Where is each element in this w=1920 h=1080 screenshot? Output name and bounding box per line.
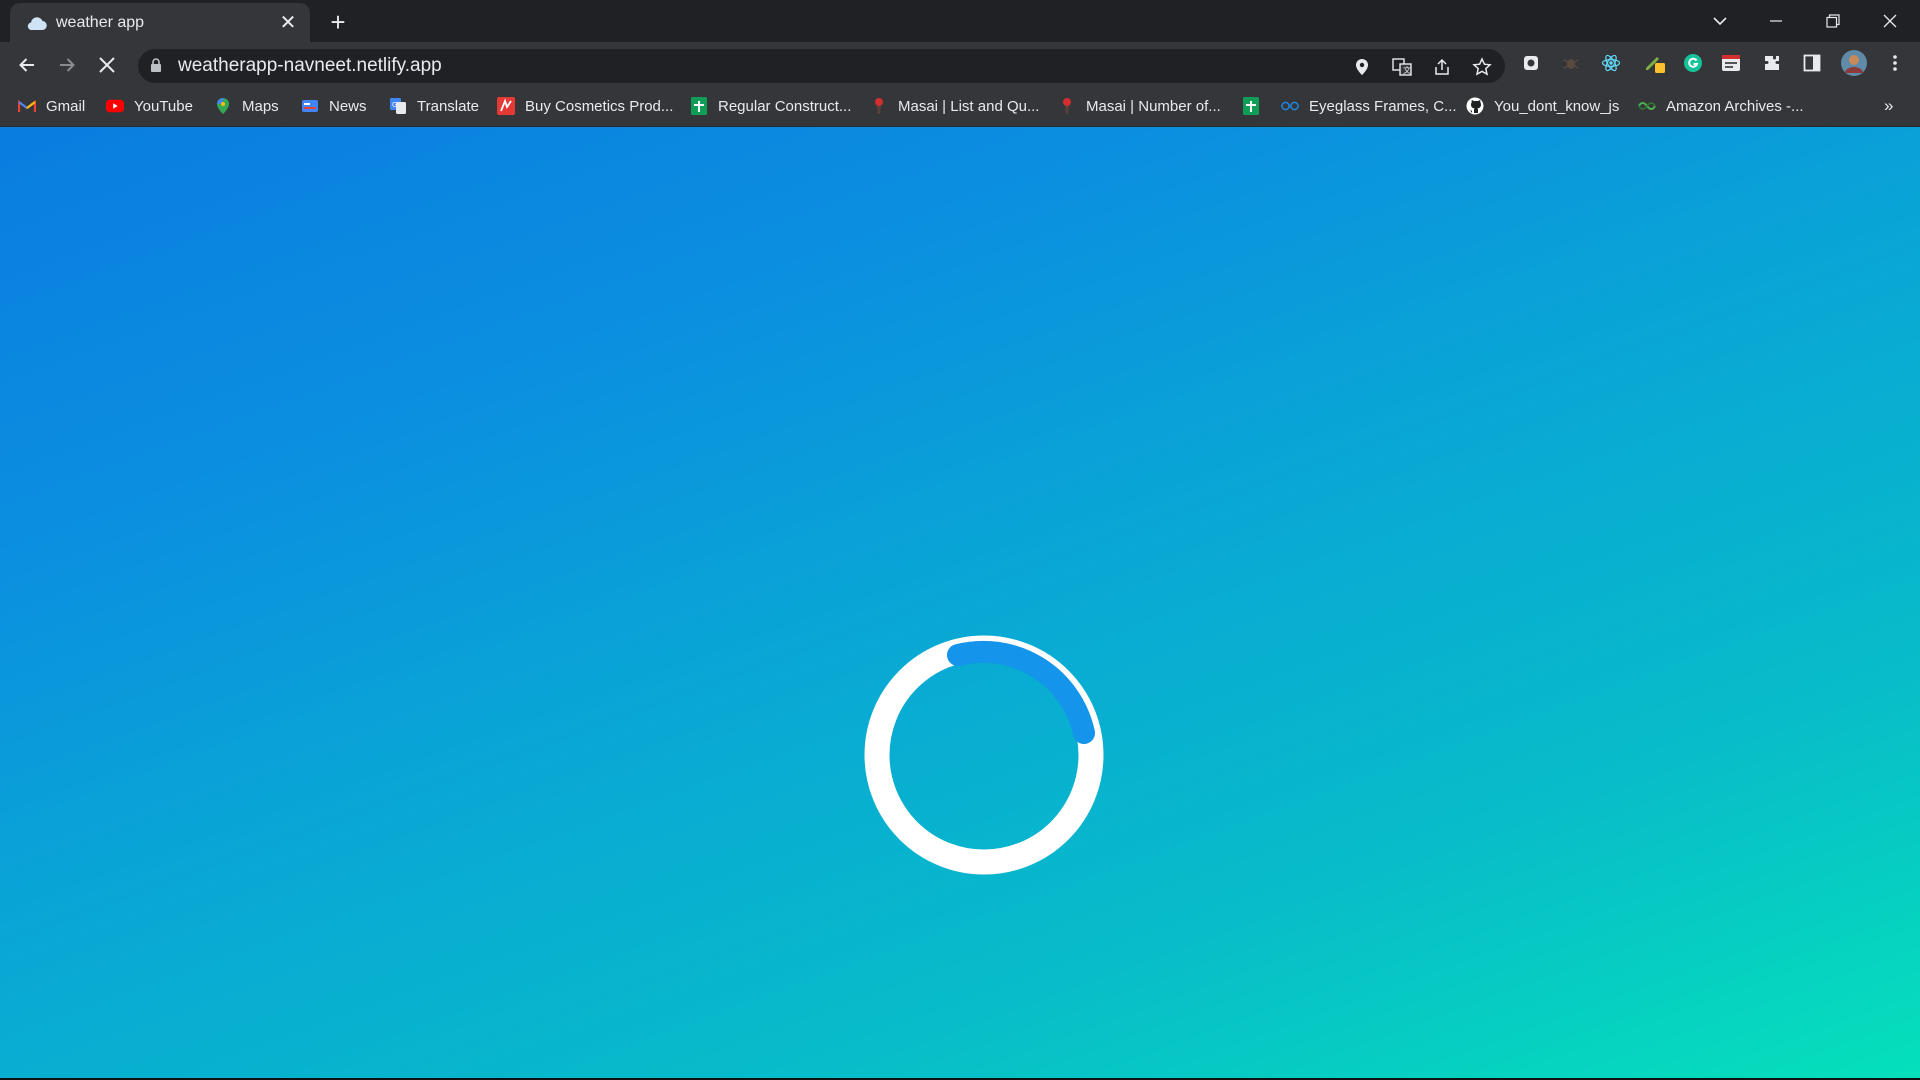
bookmark-translate[interactable]: G Translate — [389, 88, 479, 124]
share-icon[interactable] — [1431, 56, 1453, 78]
amazon-icon — [1638, 97, 1656, 115]
tab-weather-app[interactable]: weather app ✕ — [10, 3, 310, 42]
masai-icon — [1058, 97, 1076, 115]
restore-icon[interactable] — [1813, 6, 1853, 36]
close-window-icon[interactable] — [1870, 6, 1910, 36]
svg-text:G: G — [392, 101, 397, 109]
weather-app-page — [0, 127, 1920, 1078]
sheets-icon — [690, 97, 708, 115]
location-pin-icon[interactable] — [1351, 56, 1373, 78]
bookmark-maps[interactable]: Maps — [214, 88, 279, 124]
window-resizer-icon[interactable] — [1718, 50, 1744, 76]
back-arrow-icon[interactable] — [12, 50, 42, 80]
translate-page-icon[interactable]: 文 — [1391, 56, 1413, 78]
grammarly-icon[interactable] — [1680, 50, 1706, 76]
github-icon — [1466, 97, 1484, 115]
lock-icon[interactable] — [150, 58, 162, 78]
new-tab-button[interactable]: + — [324, 8, 352, 36]
bookmark-amazon-archives[interactable]: Amazon Archives -... — [1638, 88, 1804, 124]
bookmark-masai-number[interactable]: Masai | Number of... — [1058, 88, 1221, 124]
pen-extension-icon[interactable] — [1642, 50, 1668, 76]
bug-extension-icon[interactable] — [1558, 50, 1584, 76]
bookmark-gmail[interactable]: Gmail — [18, 88, 85, 124]
minimize-icon[interactable] — [1756, 6, 1796, 36]
bookmark-star-icon[interactable] — [1471, 56, 1493, 78]
news-icon — [301, 97, 319, 115]
eyeglass-icon — [1281, 97, 1299, 115]
screenshot-extension-icon[interactable] — [1518, 50, 1544, 76]
bookmarks-bar: Gmail YouTube Maps News G Translate Buy … — [0, 88, 1920, 127]
spinner-arc — [947, 640, 1095, 744]
gmail-icon — [18, 97, 36, 115]
tab-title: weather app — [56, 13, 145, 31]
profile-avatar[interactable] — [1839, 48, 1869, 78]
tab-strip: weather app ✕ + — [0, 0, 1920, 42]
side-panel-icon[interactable] — [1799, 50, 1825, 76]
extensions-puzzle-icon[interactable] — [1759, 50, 1785, 76]
cosmetics-icon — [497, 97, 515, 115]
masai-icon — [870, 97, 888, 115]
bookmark-buy-cosmetics[interactable]: Buy Cosmetics Prod... — [497, 88, 673, 124]
forward-arrow-icon[interactable] — [52, 50, 82, 80]
sheets-icon — [1242, 97, 1260, 115]
bookmark-regular-construct[interactable]: Regular Construct... — [690, 88, 851, 124]
loading-spinner — [864, 635, 1104, 875]
bookmark-news[interactable]: News — [301, 88, 367, 124]
maps-icon — [214, 97, 232, 115]
youtube-icon — [106, 97, 124, 115]
bookmark-sheets[interactable] — [1242, 88, 1270, 124]
translate-icon: G — [389, 97, 407, 115]
tab-search-icon[interactable] — [1700, 6, 1740, 36]
bookmark-youtube[interactable]: YouTube — [106, 88, 193, 124]
svg-text:文: 文 — [1403, 65, 1411, 75]
bookmarks-overflow-button[interactable]: » — [1884, 88, 1893, 124]
bookmark-you-dont-know-js[interactable]: You_dont_know_js — [1466, 88, 1619, 124]
cloud-icon — [24, 11, 48, 35]
address-bar[interactable]: weatherapp-navneet.netlify.app 文 — [138, 49, 1505, 83]
browser-toolbar: weatherapp-navneet.netlify.app 文 — [0, 42, 1920, 88]
url-text[interactable]: weatherapp-navneet.netlify.app — [178, 49, 442, 83]
bookmark-eyeglass-frames[interactable]: Eyeglass Frames, C... — [1281, 88, 1457, 124]
more-menu-icon[interactable] — [1882, 50, 1908, 76]
tab-close-icon[interactable]: ✕ — [276, 11, 300, 35]
react-devtools-icon[interactable] — [1598, 50, 1624, 76]
bookmark-masai-list[interactable]: Masai | List and Qu... — [870, 88, 1039, 124]
stop-loading-icon[interactable] — [92, 50, 122, 80]
